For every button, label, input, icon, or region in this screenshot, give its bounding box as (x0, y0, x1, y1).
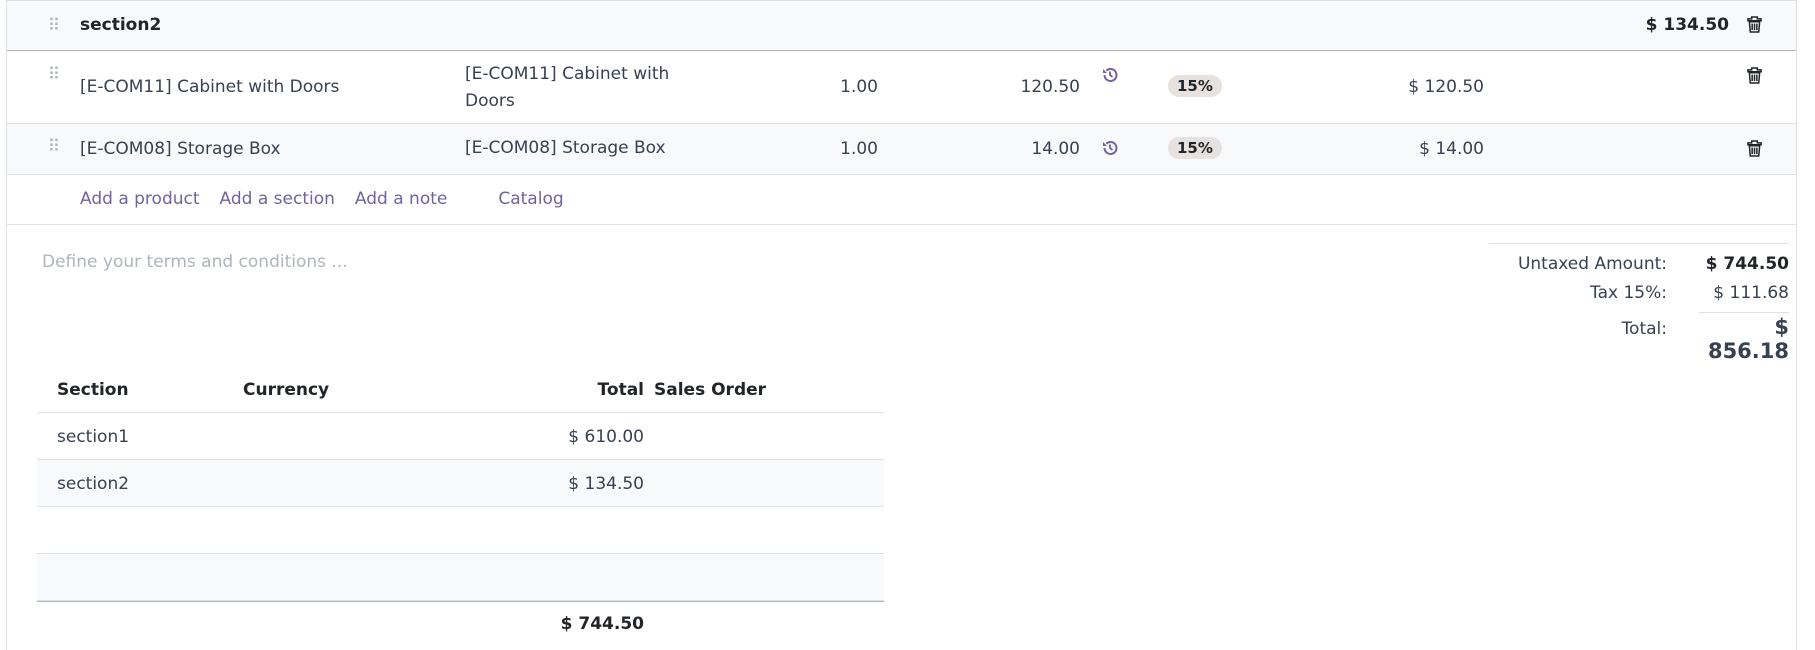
drag-handle-icon[interactable]: ⠿ (46, 17, 60, 35)
tax-value: $ 111.68 (1713, 283, 1789, 303)
price-history-icon[interactable] (1101, 66, 1119, 84)
row-total: $ 610.00 (568, 427, 644, 447)
line-unit-price[interactable]: 120.50 (1021, 77, 1080, 97)
total-label: Total: (1621, 319, 1667, 339)
empty-table-row (37, 507, 884, 554)
line-subtotal: $ 120.50 (1408, 77, 1484, 97)
add-line-row: Add a product Add a section Add a note C… (7, 175, 1796, 225)
add-product-link[interactable]: Add a product (80, 189, 200, 209)
column-header-total[interactable]: Total (598, 380, 644, 400)
line-description[interactable]: [E-COM11] Cabinet with Doors (465, 61, 685, 115)
add-section-link[interactable]: Add a section (220, 189, 335, 209)
row-total: $ 134.50 (568, 474, 644, 494)
section-summary-table: Section Currency Total Sales Order secti… (37, 366, 884, 645)
untaxed-amount-value: $ 744.50 (1705, 254, 1789, 274)
drag-handle-icon[interactable]: ⠿ (46, 66, 60, 84)
trash-icon[interactable] (1747, 140, 1763, 158)
row-section: section1 (57, 427, 130, 447)
catalog-link[interactable]: Catalog (498, 189, 563, 209)
empty-table-row (37, 554, 884, 601)
footer-total: $ 744.50 (560, 614, 644, 634)
trash-icon[interactable] (1747, 67, 1763, 85)
column-header-currency[interactable]: Currency (243, 380, 329, 400)
line-description[interactable]: [E-COM08] Storage Box (465, 135, 685, 162)
line-unit-price[interactable]: 14.00 (1031, 139, 1080, 159)
trash-icon[interactable] (1747, 16, 1763, 34)
untaxed-amount-row: Untaxed Amount: $ 744.50 (1489, 254, 1789, 283)
column-header-section[interactable]: Section (57, 380, 129, 400)
total-row: Total: $ 856.18 (1489, 312, 1789, 363)
drag-handle-icon[interactable]: ⠿ (46, 138, 60, 156)
add-note-link[interactable]: Add a note (355, 189, 447, 209)
untaxed-amount-label: Untaxed Amount: (1517, 254, 1667, 274)
product-name[interactable]: [E-COM08] Storage Box (80, 139, 281, 159)
order-line[interactable]: ⠿ [E-COM08] Storage Box [E-COM08] Storag… (7, 124, 1796, 175)
line-quantity[interactable]: 1.00 (840, 77, 878, 97)
line-subtotal: $ 14.00 (1419, 139, 1484, 159)
order-line[interactable]: ⠿ [E-COM11] Cabinet with Doors [E-COM11]… (7, 51, 1796, 124)
table-row[interactable]: section2 $ 134.50 (37, 460, 884, 507)
table-row[interactable]: section1 $ 610.00 (37, 413, 884, 460)
tax-row: Tax 15%: $ 111.68 (1489, 283, 1789, 312)
section-name[interactable]: section2 (80, 15, 161, 35)
sale-order-lines-sheet: ⠿ section2 $ 134.50 ⠿ [E-COM11] Cabinet … (6, 0, 1797, 650)
add-links: Add a product Add a section Add a note C… (80, 189, 584, 209)
row-section: section2 (57, 474, 130, 494)
section-total: $ 134.50 (1645, 15, 1729, 35)
tax-badge[interactable]: 15% (1168, 137, 1222, 159)
column-header-sales-order[interactable]: Sales Order (654, 380, 766, 400)
total-value: $ 856.18 (1699, 312, 1789, 363)
line-quantity[interactable]: 1.00 (840, 139, 878, 159)
product-name[interactable]: [E-COM11] Cabinet with Doors (80, 77, 339, 97)
order-totals: Untaxed Amount: $ 744.50 Tax 15%: $ 111.… (1489, 243, 1789, 363)
price-history-icon[interactable] (1101, 139, 1119, 157)
section-line[interactable]: ⠿ section2 $ 134.50 (7, 0, 1796, 51)
table-footer: $ 744.50 (37, 601, 884, 645)
terms-and-conditions-field[interactable]: Define your terms and conditions ... (42, 252, 348, 272)
table-header: Section Currency Total Sales Order (37, 366, 884, 413)
tax-label: Tax 15%: (1590, 283, 1667, 303)
tax-badge[interactable]: 15% (1168, 75, 1222, 97)
